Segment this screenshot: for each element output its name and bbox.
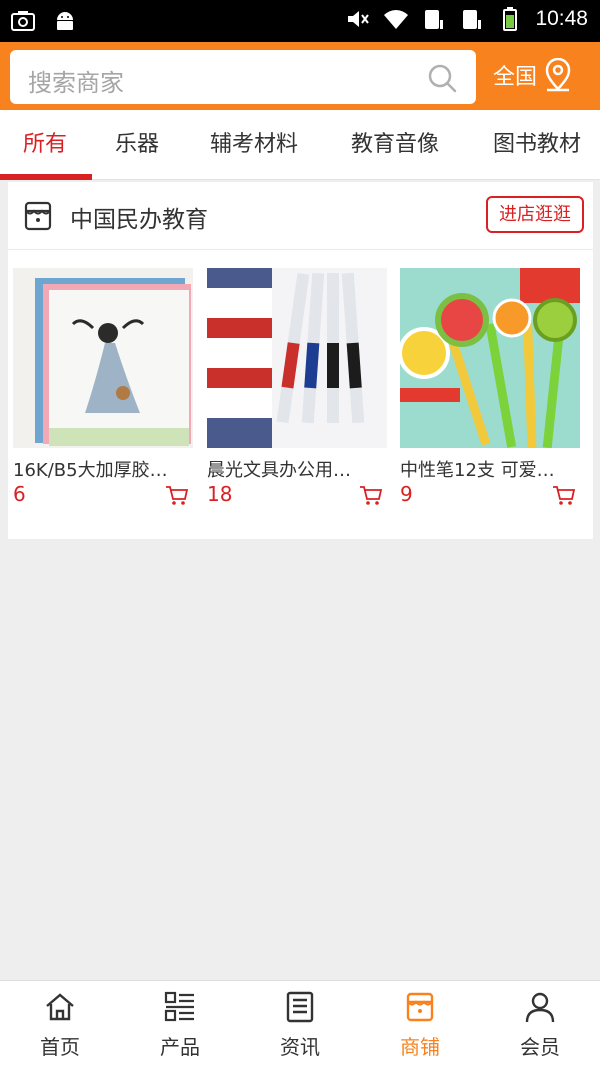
region-selector[interactable]: 全国 <box>493 58 573 92</box>
location-pin-icon <box>545 58 571 92</box>
store-header: 中国民办教育 进店逛逛 <box>8 182 593 250</box>
grid-list-icon <box>164 991 194 1022</box>
bottom-nav: 首页 产品 资讯 商铺 会员 <box>0 980 600 1067</box>
home-icon <box>46 993 74 1021</box>
news-icon <box>286 991 314 1023</box>
tab-textbooks[interactable]: 图书教材 <box>474 110 600 180</box>
cart-icon[interactable] <box>552 485 576 507</box>
wifi-icon <box>384 10 409 30</box>
tab-instruments[interactable]: 乐器 <box>97 110 177 180</box>
signal-sim2-icon <box>463 10 482 29</box>
product-image-notebook[interactable] <box>13 268 193 448</box>
top-header: 搜索商家 全国 <box>0 42 600 110</box>
region-label: 全国 <box>493 65 538 90</box>
status-bar: 10:48 <box>0 0 600 42</box>
product-price: 18 <box>207 482 233 506</box>
product-price: 9 <box>400 482 413 506</box>
android-icon <box>57 12 73 30</box>
nav-products[interactable]: 产品 <box>120 981 240 1067</box>
nav-label: 首页 <box>40 1035 80 1059</box>
store-name[interactable]: 中国民办教育 <box>70 200 208 234</box>
tab-education-av[interactable]: 教育音像 <box>333 110 457 180</box>
mute-icon <box>348 11 370 27</box>
nav-news[interactable]: 资讯 <box>240 981 360 1067</box>
product-card[interactable]: 中性笔12支 可爱… 9 <box>400 268 580 506</box>
battery-icon <box>503 7 518 31</box>
active-tab-indicator <box>0 174 92 180</box>
store-card: 中国民办教育 进店逛逛 16K/B5大加厚胶… 6 晨光文具办公用… 18 中性… <box>8 182 593 539</box>
search-icon[interactable] <box>426 62 458 94</box>
category-tabs: 所有 乐器 辅考材料 教育音像 图书教材 <box>0 110 600 180</box>
nav-label: 产品 <box>160 1035 200 1059</box>
nav-home[interactable]: 首页 <box>0 981 120 1067</box>
shop-icon <box>406 992 434 1022</box>
product-name[interactable]: 中性笔12支 可爱… <box>400 456 572 482</box>
search-input[interactable]: 搜索商家 <box>10 50 476 104</box>
product-card[interactable]: 16K/B5大加厚胶… 6 <box>13 268 193 506</box>
product-card[interactable]: 晨光文具办公用… 18 <box>207 268 387 506</box>
nav-member[interactable]: 会员 <box>480 981 600 1067</box>
cart-icon[interactable] <box>165 485 189 507</box>
person-icon <box>525 992 555 1023</box>
product-image-fruit-pens[interactable] <box>400 268 580 448</box>
screenshot-icon <box>11 11 35 31</box>
tab-all[interactable]: 所有 <box>0 110 90 180</box>
visit-store-button[interactable]: 进店逛逛 <box>486 196 584 233</box>
search-placeholder: 搜索商家 <box>28 69 124 97</box>
product-image-pens[interactable] <box>207 268 387 448</box>
cart-icon[interactable] <box>359 485 383 507</box>
product-price: 6 <box>13 482 26 506</box>
store-icon <box>24 201 52 231</box>
tab-exam-materials[interactable]: 辅考材料 <box>192 110 316 180</box>
signal-sim1-icon <box>425 10 444 29</box>
product-name[interactable]: 16K/B5大加厚胶… <box>13 456 185 482</box>
nav-label: 商铺 <box>400 1035 440 1059</box>
clock: 10:48 <box>535 7 588 30</box>
nav-label: 资讯 <box>280 1035 320 1059</box>
nav-shops[interactable]: 商铺 <box>360 981 480 1067</box>
product-name[interactable]: 晨光文具办公用… <box>207 456 379 482</box>
nav-label: 会员 <box>520 1035 560 1059</box>
